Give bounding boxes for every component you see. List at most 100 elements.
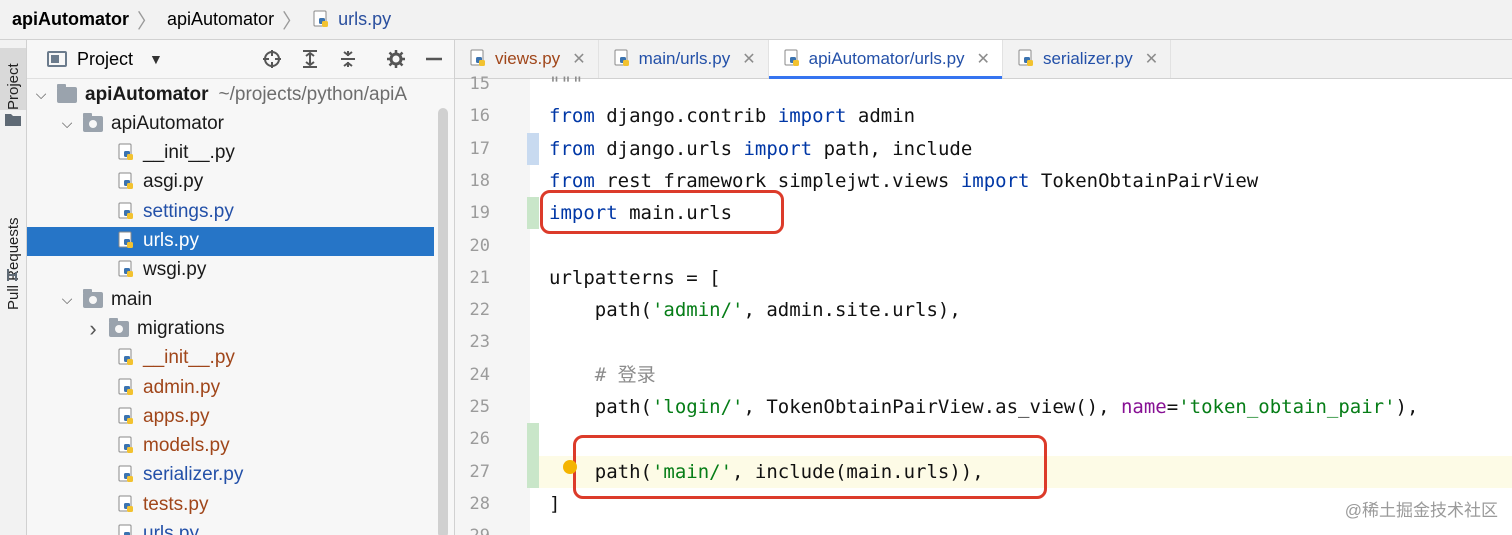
code-token: , TokenObtainPairView.as_view(), (743, 396, 1121, 418)
code-token: from (549, 137, 595, 160)
tree-item[interactable]: __init__.py (27, 139, 434, 168)
breadcrumb-item-file[interactable]: urls.py (338, 9, 391, 30)
gear-icon[interactable] (385, 48, 407, 70)
tree-item[interactable]: admin.py (27, 373, 434, 402)
lightbulb-icon[interactable] (563, 459, 577, 474)
line-number: 21 (469, 267, 490, 288)
watermark: @稀土掘金技术社区 (1344, 501, 1498, 520)
project-view-selector[interactable]: Project (77, 49, 133, 70)
code-line: # 登录 (549, 359, 656, 391)
collapse-all-icon[interactable] (337, 48, 359, 70)
code-token: path( (549, 396, 652, 418)
pull-request-icon (5, 268, 21, 282)
tree-item-label: urls.py (143, 523, 199, 535)
tool-tab-pull-requests[interactable]: Pull Requests (0, 160, 26, 310)
tree-item[interactable]: asgi.py (27, 168, 434, 197)
folder-icon (83, 112, 103, 132)
python-file-icon (469, 49, 489, 69)
expand-all-icon[interactable] (299, 48, 321, 70)
line-number: 19 (469, 203, 490, 224)
close-icon[interactable]: ✕ (742, 49, 755, 69)
close-icon[interactable]: ✕ (977, 49, 990, 69)
vcs-change-marker[interactable] (527, 197, 539, 230)
code-line: from django.contrib import admin (549, 100, 915, 132)
code-token: path, include (812, 137, 973, 160)
project-tree-scrollbar[interactable] (438, 108, 448, 535)
tree-item[interactable]: settings.py (27, 197, 434, 226)
code-token: django.urls (594, 137, 744, 160)
vcs-change-marker[interactable] (527, 132, 539, 165)
tree-item[interactable]: wsgi.py (27, 256, 434, 285)
chevron-down-icon[interactable]: ⌵ (33, 86, 49, 103)
tree-item[interactable]: models.py (27, 432, 434, 461)
close-icon[interactable]: ✕ (572, 49, 585, 69)
editor-tab[interactable]: apiAutomator/urls.py ✕ (768, 40, 1003, 79)
folder-icon (57, 83, 77, 103)
folder-icon (109, 317, 129, 337)
tree-item[interactable]: ⌵ main (27, 285, 434, 314)
python-file-icon (117, 378, 137, 398)
code-line: path('admin/', admin.site.urls), (549, 294, 961, 326)
code-token: , admin.site.urls), (743, 299, 961, 322)
python-file-icon (117, 260, 137, 280)
line-number: 16 (469, 106, 490, 127)
chevron-down-icon[interactable]: ⌵ (59, 115, 75, 132)
editor-tab[interactable]: serializer.py ✕ (1003, 40, 1172, 78)
code-line: from django.urls import path, include (549, 133, 972, 165)
code-line: urlpatterns = [ (549, 262, 721, 294)
tree-item[interactable]: tests.py (27, 490, 434, 519)
code-line: ] (549, 488, 560, 520)
close-icon[interactable]: ✕ (1145, 49, 1158, 69)
code-token: name (1120, 396, 1167, 418)
python-file-icon (613, 49, 633, 69)
code-token: """ (549, 73, 584, 95)
line-number: 20 (469, 235, 490, 256)
editor-tab-label: apiAutomator/urls.py (808, 49, 965, 68)
vcs-change-marker[interactable] (527, 423, 539, 456)
project-panel: Project ▼ ⌵ apiAutomator ~/projects/python… (27, 40, 455, 535)
tree-item-label: wsgi.py (143, 259, 207, 281)
tree-item[interactable]: urls.py (27, 520, 434, 535)
chevron-right-icon[interactable]: › (85, 316, 101, 342)
minimize-icon[interactable] (423, 48, 445, 70)
code-token: admin (846, 105, 916, 128)
tree-item-label: apps.py (143, 405, 210, 427)
tree-item[interactable]: ⌵ apiAutomator (27, 109, 434, 138)
python-file-icon (117, 231, 137, 251)
tool-tab-project-label: Project (4, 63, 22, 110)
tree-item[interactable]: › migrations (27, 314, 434, 343)
vcs-change-marker[interactable] (527, 455, 539, 488)
breadcrumb-separator-icon: 〉 (137, 11, 157, 33)
tree-item-label: main (111, 288, 153, 310)
breadcrumb-item-package[interactable]: apiAutomator (167, 9, 274, 30)
python-file-icon (117, 407, 137, 427)
line-number: 26 (469, 429, 490, 450)
code-token: # 登录 (549, 363, 656, 386)
locate-icon[interactable] (261, 48, 283, 70)
editor-tab[interactable]: main/urls.py ✕ (599, 40, 769, 78)
tree-item[interactable]: urls.py (27, 226, 434, 256)
tree-item[interactable]: ⌵ apiAutomator ~/projects/python/apiA (27, 80, 434, 109)
code-token: rest_framework_simplejwt.views (594, 169, 961, 192)
tree-item[interactable]: serializer.py (27, 461, 434, 490)
code-token: 'token_obtain_pair' (1178, 396, 1396, 418)
python-file-icon (117, 172, 137, 192)
tree-item[interactable]: apps.py (27, 402, 434, 431)
tree-item-label: models.py (143, 435, 230, 457)
code-token: TokenObtainPairView (1029, 169, 1259, 192)
tree-item-label: serializer.py (143, 464, 244, 486)
line-number-gutter: 15 16 17 18 19 20 21 22 23 24 25 26 27 28 29 (455, 74, 530, 535)
chevron-down-icon[interactable]: ▼ (149, 51, 163, 67)
folder-icon (5, 112, 21, 126)
code-token: from (549, 169, 595, 192)
line-number: 25 (469, 397, 490, 417)
folder-icon (83, 288, 103, 308)
tool-tab-project[interactable]: Project (0, 48, 26, 110)
editor-tab-bar: views.py ✕ main/urls.py ✕ apiAutomator/urls.… (455, 40, 1512, 79)
code-token: = (1166, 396, 1179, 418)
line-number: 15 (469, 74, 490, 94)
breadcrumb-item-project[interactable]: apiAutomator (12, 9, 129, 30)
chevron-down-icon[interactable]: ⌵ (59, 291, 75, 308)
tree-item-label: admin.py (143, 376, 221, 398)
tree-item[interactable]: __init__.py (27, 344, 434, 373)
